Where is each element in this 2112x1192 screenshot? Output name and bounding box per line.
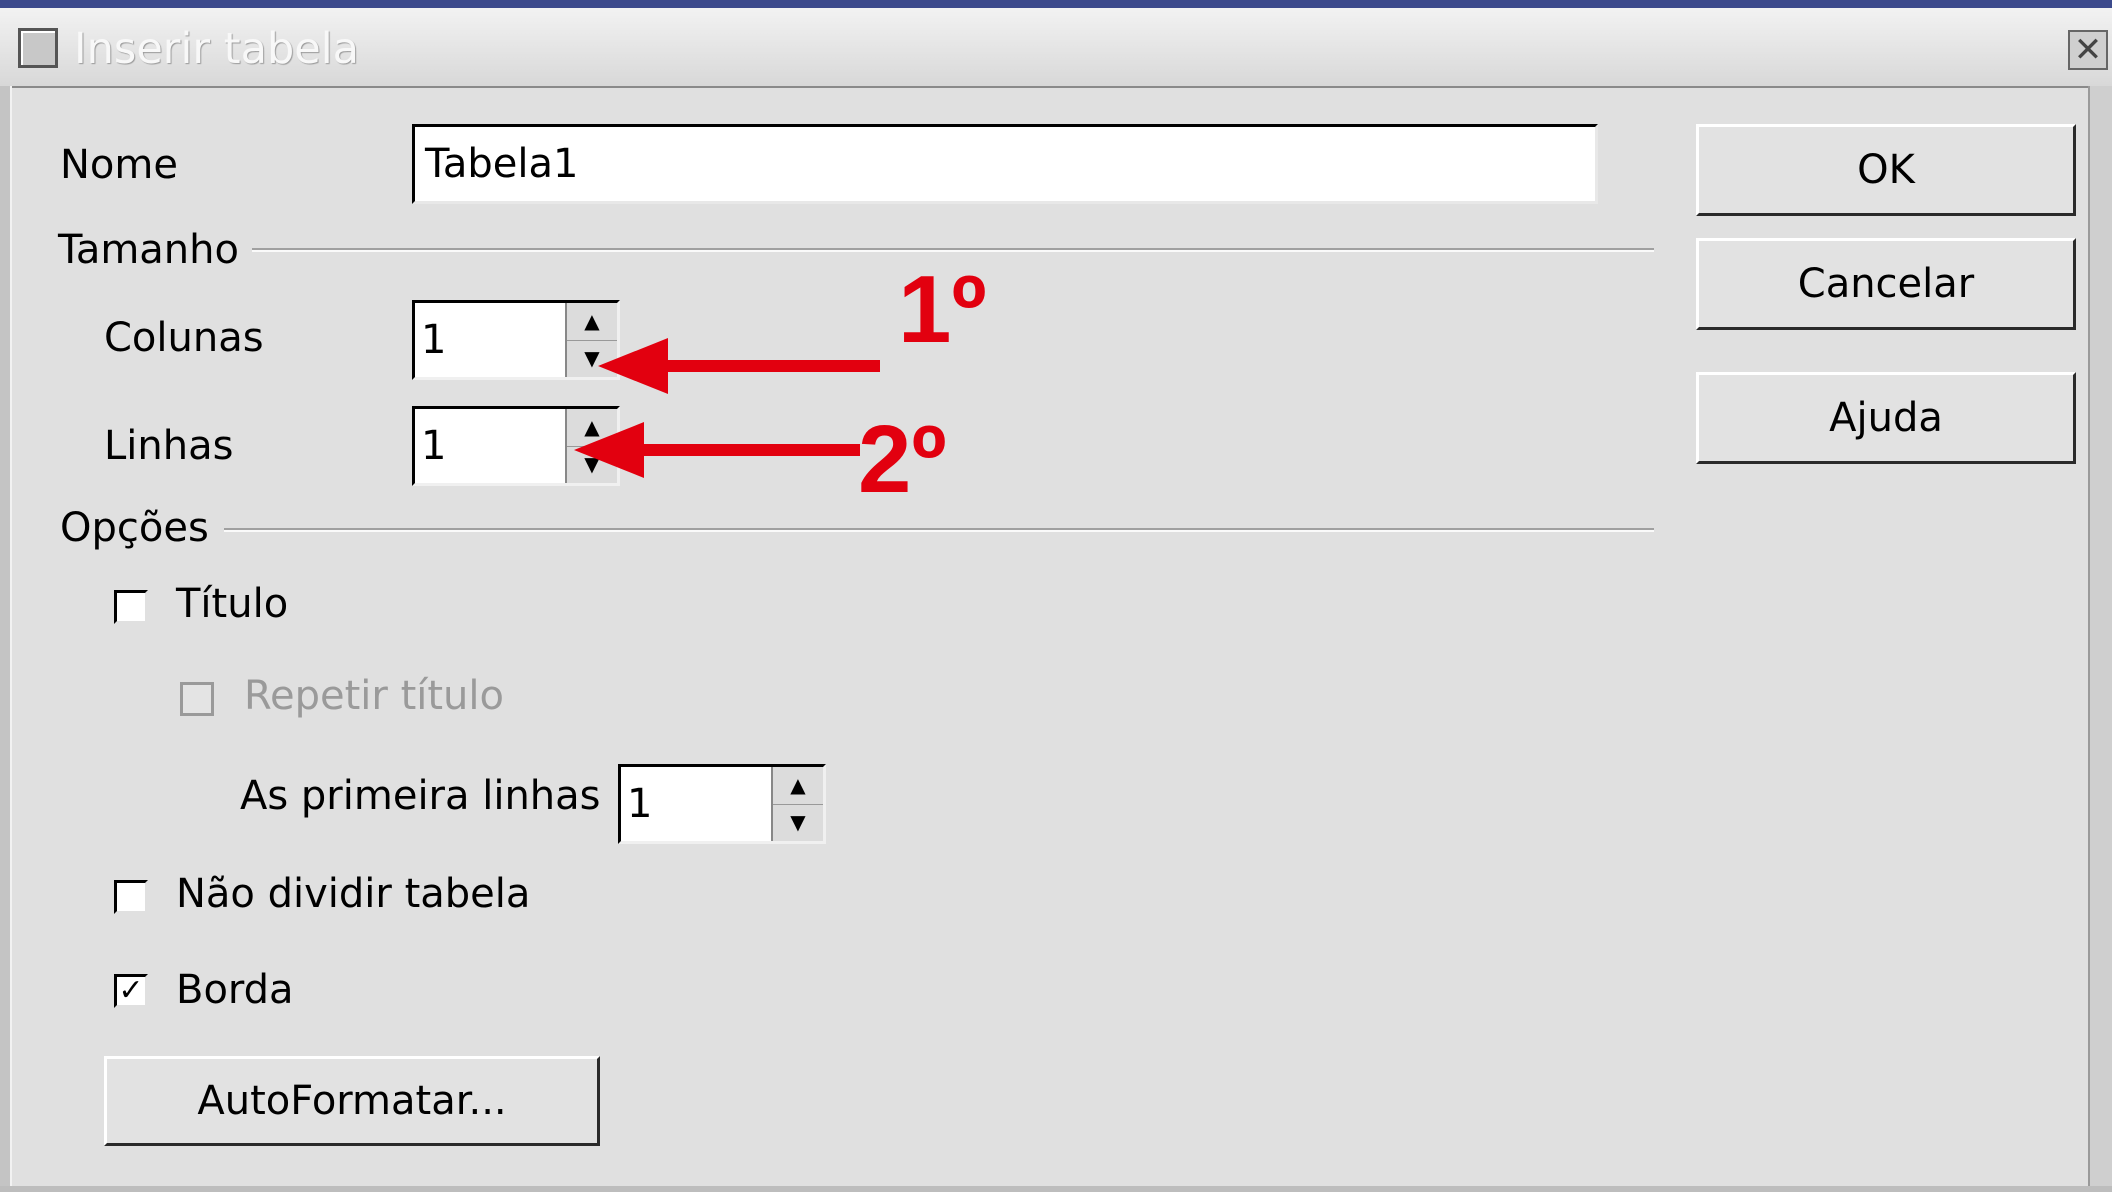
- annotation-arrows: [574, 338, 880, 478]
- step-2-annotation: 2º: [858, 406, 947, 513]
- step-1-annotation: 1º: [898, 256, 987, 363]
- arrow-1-icon: [598, 338, 880, 394]
- arrow-2-icon: [574, 422, 860, 478]
